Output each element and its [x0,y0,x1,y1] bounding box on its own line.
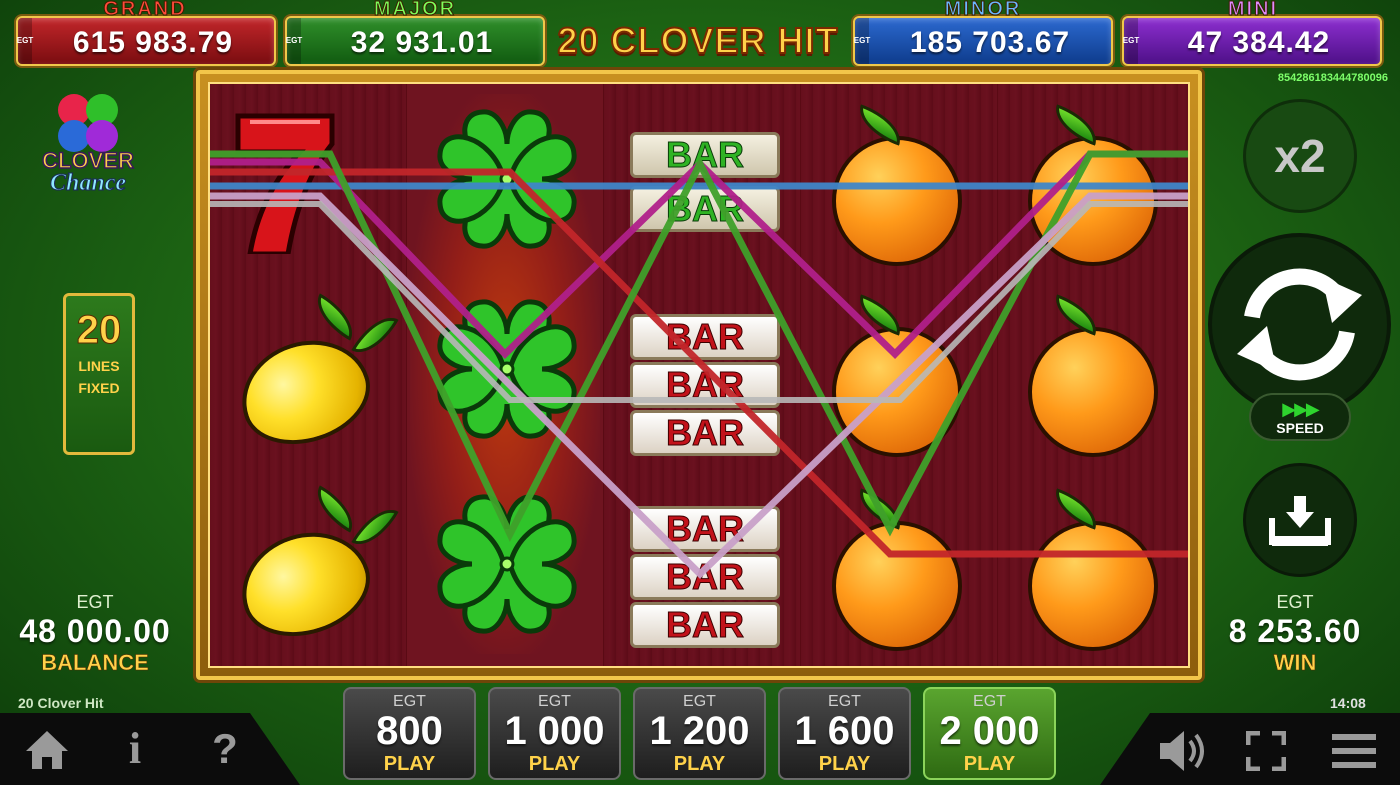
win-line-4 [210,150,1188,542]
win-label: WIN [1273,650,1317,676]
win-lines [210,150,1188,579]
reel-frame: BAR BAR BAR BAR BAR BAR BAR BAR [196,70,1202,680]
balance-label: BALANCE [41,650,149,676]
collect-button[interactable] [1243,463,1357,577]
mini-jackpot-value: 47 384.42 [1187,26,1331,59]
bet-button-1000[interactable]: EGT 1 000 PLAY [488,687,621,780]
egt-tag: EGT [286,18,302,64]
clock: 14:08 [1330,695,1366,711]
menu-icon[interactable] [1330,731,1378,771]
bet-amount: 1 600 [794,709,895,753]
minor-jackpot: EGT 185 703.67 [853,16,1113,66]
bet-amount: 1 000 [504,709,605,753]
collect-icon [1269,496,1331,546]
grand-jackpot-value: 615 983.79 [72,26,234,59]
win-currency: EGT [1276,592,1314,612]
home-icon[interactable] [22,727,72,773]
major-jackpot-label: MAJOR [373,0,457,21]
lines-fixed-label: FIXED [78,380,120,396]
bet-button-1600[interactable]: EGT 1 600 PLAY [778,687,911,780]
mini-jackpot: EGT 47 384.42 [1122,16,1382,66]
game-name: 20 Clover Hit [18,695,104,711]
minor-jackpot-value: 185 703.67 [909,26,1071,59]
win-display: EGT 8 253.60 WIN [1200,592,1390,676]
egt-tag: EGT [854,18,870,64]
speed-label: SPEED [1276,420,1324,436]
multiplier-button[interactable]: x2 [1243,99,1357,213]
minor-jackpot-label: MINOR [944,0,1022,21]
sound-icon[interactable] [1156,729,1208,773]
balance-amount: 48 000.00 [19,613,171,649]
major-jackpot-value: 32 931.01 [350,26,494,59]
bet-play-label: PLAY [963,753,1016,775]
bet-amount: 2 000 [939,709,1040,753]
bet-play-label: PLAY [528,753,581,775]
game-title: 20 CLOVER HIT [556,19,839,62]
mini-jackpot-label: MINI [1227,0,1279,21]
egt-tag: EGT [17,18,33,64]
bet-play-label: PLAY [818,753,871,775]
bet-button-2000[interactable]: EGT 2 000 PLAY [923,687,1056,780]
fullscreen-icon[interactable] [1246,731,1286,771]
balance-currency: EGT [76,592,114,612]
bet-play-label: PLAY [383,753,436,775]
balance-display: EGT 48 000.00 BALANCE [0,592,190,676]
lines-count: 20 [76,308,122,353]
lines-indicator: 20 LINES FIXED [63,293,135,455]
bet-button-800[interactable]: EGT 800 PLAY [343,687,476,780]
egt-tag: EGT [1123,18,1139,64]
bet-amount: 1 200 [649,709,750,753]
help-icon[interactable]: ? [208,725,242,773]
reels-area: BAR BAR BAR BAR BAR BAR BAR BAR [208,82,1190,668]
clover-chance-logo: CLOVER Chance [26,90,150,200]
info-icon[interactable]: i [120,723,150,774]
bet-play-label: PLAY [673,753,726,775]
bet-amount: 800 [376,709,443,753]
spin-button[interactable] [1208,233,1391,416]
grand-jackpot: EGT 615 983.79 [16,16,276,66]
lines-label: LINES [78,358,120,374]
speed-button[interactable]: ▶▶▶ SPEED [1249,393,1351,441]
logo-line2: Chance [50,170,126,196]
spin-icon [1237,268,1362,381]
grand-jackpot-label: GRAND [103,0,187,21]
speed-arrows-icon: ▶▶▶ [1282,399,1320,419]
major-jackpot: EGT 32 931.01 [285,16,545,66]
game-id: 854286183444780096 [1277,72,1388,84]
win-amount: 8 253.60 [1228,613,1362,649]
bet-button-1200[interactable]: EGT 1 200 PLAY [633,687,766,780]
